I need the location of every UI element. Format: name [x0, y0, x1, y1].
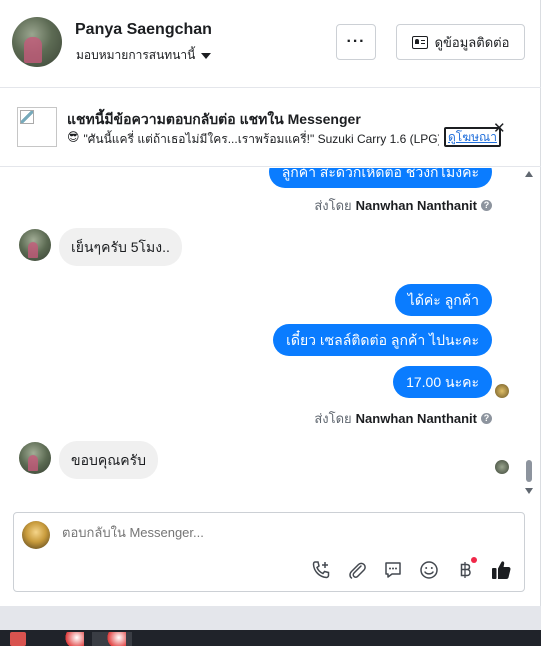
composer-toolbar: [310, 557, 512, 581]
seen-by-avatar: [495, 460, 509, 474]
sent-by-label: ส่งโดย Nanwhan Nanthanit ?: [314, 408, 492, 429]
os-taskbar: [0, 630, 541, 646]
taskbar-active-app-icon[interactable]: [92, 632, 132, 646]
contact-avatar-small: [19, 229, 51, 261]
view-contact-label: ดูข้อมูลติดต่อ: [434, 34, 510, 50]
ad-snippet-text: "ศันนี้แครี่ แต่ถ้าเธอไม่มีใคร...เราพร้อ…: [83, 132, 439, 146]
message-bubble-incoming: ขอบคุณครับ: [59, 441, 158, 479]
ad-thumbnail-broken-image: [17, 107, 57, 147]
sent-by-prefix: ส่งโดย: [314, 198, 352, 213]
more-options-button[interactable]: ···: [336, 24, 376, 60]
seen-by-avatar: [495, 384, 509, 398]
phone-plus-icon[interactable]: [310, 559, 332, 581]
taskbar-app-glyph: [102, 632, 126, 646]
ad-banner-title: แชทนี้มีข้อความตอบกลับต่อ แชทใน Messenge…: [67, 111, 361, 127]
sent-by-prefix: ส่งโดย: [314, 411, 352, 426]
sent-by-agent-name: Nanwhan Nanthanit: [355, 198, 477, 213]
taskbar-app-icon[interactable]: [60, 632, 84, 646]
info-icon[interactable]: ?: [481, 200, 492, 211]
caret-down-icon: [201, 52, 212, 59]
paperclip-icon[interactable]: [346, 559, 368, 581]
info-icon[interactable]: ?: [481, 413, 492, 424]
conversation-header: Panya Saengchan มอบหมายการสนทนานี้ ··· ด…: [0, 0, 541, 88]
assign-conversation-label: มอบหมายการสนทนานี้: [76, 48, 196, 62]
message-bubble-outgoing: ได้ค่ะ ลูกค้า: [394, 284, 492, 316]
baht-icon[interactable]: [454, 557, 477, 581]
sunglasses-emoji-icon: 😎: [67, 130, 80, 144]
message-bubble-outgoing: 17.00 นะคะ: [393, 366, 492, 398]
my-avatar: [22, 521, 50, 549]
conversation-panel: Panya Saengchan มอบหมายการสนทนานี้ ··· ด…: [0, 0, 541, 606]
notification-dot: [471, 557, 477, 563]
contact-avatar[interactable]: [12, 17, 62, 67]
sent-by-label: ส่งโดย Nanwhan Nanthanit ?: [314, 195, 492, 216]
thumbs-up-icon[interactable]: [490, 559, 512, 581]
ad-reply-banner: แชทนี้มีข้อความตอบกลับต่อ แชทใน Messenge…: [0, 89, 541, 167]
view-contact-button[interactable]: ดูข้อมูลติดต่อ: [396, 24, 525, 60]
contact-avatar-small: [19, 442, 51, 474]
message-bubble-incoming: เย็นๆครับ 5โมง..: [59, 228, 182, 266]
scroll-down-arrow-icon[interactable]: [525, 488, 533, 494]
chat-bubble-icon[interactable]: [382, 559, 404, 581]
contact-name[interactable]: Panya Saengchan: [75, 21, 212, 39]
emoji-icon[interactable]: [418, 559, 440, 581]
reply-input[interactable]: [62, 525, 502, 540]
taskbar-app-icon[interactable]: [10, 632, 26, 646]
message-bubble-outgoing: เดี๋ยว เซลล์ติดต่อ ลูกค้า ไปนะคะ: [273, 324, 492, 356]
message-bubble-outgoing: ลูกค้า สะดวกเห็ดต่อ ช่วงกี่โมงคะ: [268, 168, 492, 188]
sent-by-agent-name: Nanwhan Nanthanit: [355, 411, 477, 426]
scroll-up-arrow-icon[interactable]: [525, 171, 533, 177]
reply-composer: [13, 512, 525, 592]
ad-snippet-row: 😎 "ศันนี้แครี่ แต่ถ้าเธอไม่มีใคร...เราพร…: [67, 130, 439, 149]
close-icon[interactable]: ✕: [493, 121, 506, 136]
scrollbar-thumb[interactable]: [526, 460, 532, 482]
assign-conversation-dropdown[interactable]: มอบหมายการสนทนานี้: [76, 46, 212, 65]
contact-card-icon: [411, 35, 428, 49]
message-list: ลูกค้า สะดวกเห็ดต่อ ช่วงกี่โมงคะ ส่งโดย …: [0, 168, 541, 498]
